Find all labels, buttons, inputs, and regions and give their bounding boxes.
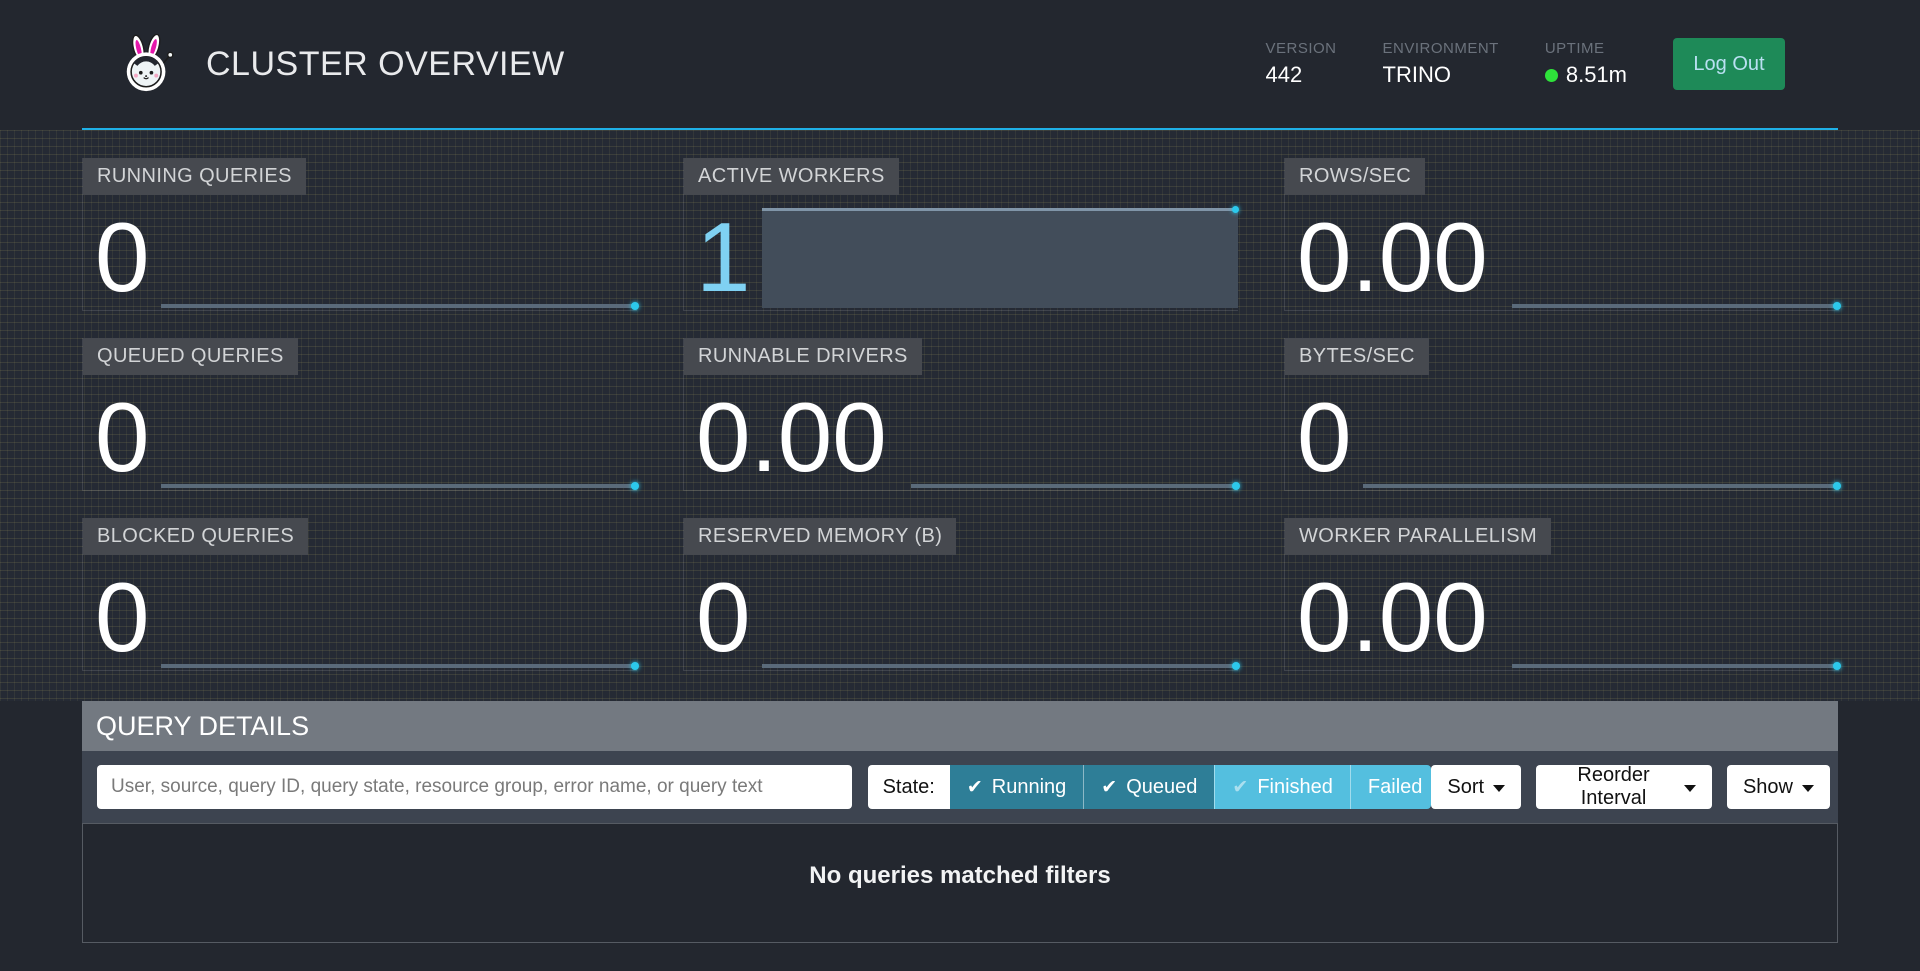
state-filter-failed-button[interactable]: Failed [1350,765,1431,809]
brand: CLUSTER OVERVIEW [120,34,565,94]
state-filter-button-label: Running [992,776,1067,799]
sparkline-endpoint-dot [1232,482,1240,490]
sort-button-label: Sort [1447,776,1484,799]
metric-label: ROWS/SEC [1285,158,1425,195]
state-filter-queued-button[interactable]: ✔ Queued [1083,765,1214,809]
metric-sparkline-chart [1363,484,1839,488]
sparkline-endpoint-dot [631,662,639,670]
metric-sparkline-chart [1512,304,1839,308]
metric-label: QUEUED QUERIES [83,338,298,375]
sparkline-endpoint-dot [1833,482,1841,490]
sparkline-endpoint-dot [1232,662,1240,670]
log-out-button[interactable]: Log Out [1673,38,1785,90]
state-filter-buttons: ✔ Running ✔ Queued ✔ Finished Failed [950,765,1432,809]
empty-state-message: No queries matched filters [83,862,1837,890]
state-filter-button-label: Queued [1126,776,1197,799]
metric-value: 0.00 [696,388,887,486]
state-filter-finished-button[interactable]: ✔ Finished [1214,765,1350,809]
environment-stat: ENVIRONMENT TRINO [1383,40,1499,88]
metric-sparkline-chart [762,664,1238,668]
version-stat: VERSION 442 [1265,40,1336,88]
state-filter-button-label: Finished [1257,776,1333,799]
state-filter-button-label: Failed [1368,776,1422,799]
sparkline-endpoint-dot [1232,206,1239,213]
state-filter-label: State: [868,765,950,809]
query-list-empty-state: No queries matched filters [82,823,1838,943]
metric-label: ACTIVE WORKERS [684,158,899,195]
metric-label: BLOCKED QUERIES [83,518,308,555]
uptime-stat: UPTIME 8.51m [1545,40,1627,88]
environment-label: ENVIRONMENT [1383,40,1499,57]
environment-value: TRINO [1383,62,1499,88]
query-search-input[interactable] [97,765,852,809]
check-icon: ✔ [1101,776,1117,799]
version-value: 442 [1265,62,1336,88]
uptime-value-wrap: 8.51m [1545,62,1627,88]
metric-value: 0 [696,568,751,666]
metric-value: 0.00 [1297,208,1488,306]
metric-label: RUNNING QUERIES [83,158,306,195]
metric-card: WORKER PARALLELISM 0.00 [1284,518,1839,671]
query-details-header: QUERY DETAILS [82,701,1838,751]
caret-down-icon [1684,785,1696,792]
metric-sparkline-chart [161,664,637,668]
state-filter-running-button[interactable]: ✔ Running [950,765,1083,809]
metric-label: BYTES/SEC [1285,338,1429,375]
metric-label: RUNNABLE DRIVERS [684,338,922,375]
reorder-interval-button-label: Reorder Interval [1552,764,1675,810]
metric-sparkline-chart [161,484,637,488]
uptime-label: UPTIME [1545,40,1627,57]
metric-card: QUEUED QUERIES 0 [82,338,637,491]
sparkline-endpoint-dot [1833,302,1841,310]
metric-card: RUNNABLE DRIVERS 0.00 [683,338,1238,491]
sort-dropdown-button[interactable]: Sort [1431,765,1521,809]
page-title: CLUSTER OVERVIEW [206,45,565,84]
cluster-stats-section: RUNNING QUERIES 0 ACTIVE WORKERS 1 ROWS/… [0,130,1920,701]
metric-card: BYTES/SEC 0 [1284,338,1839,491]
sparkline-endpoint-dot [1833,662,1841,670]
top-bar: CLUSTER OVERVIEW VERSION 442 ENVIRONMENT… [82,0,1838,130]
metric-card: RUNNING QUERIES 0 [82,158,637,311]
uptime-status-dot-icon [1545,69,1558,82]
toolbar-dropdowns: Sort Reorder Interval Show [1431,765,1830,809]
metric-value: 0 [95,388,150,486]
state-filter-group: State: ✔ Running ✔ Queued ✔ Finished Failed [868,765,1432,809]
metric-card: RESERVED MEMORY (B) 0 [683,518,1238,671]
query-details-title: QUERY DETAILS [96,711,309,742]
metric-value: 0 [95,568,150,666]
header-stats: VERSION 442 ENVIRONMENT TRINO UPTIME 8.5… [1265,38,1785,90]
show-dropdown-button[interactable]: Show [1727,765,1830,809]
metric-cards-grid: RUNNING QUERIES 0 ACTIVE WORKERS 1 ROWS/… [82,158,1838,671]
metric-card: BLOCKED QUERIES 0 [82,518,637,671]
uptime-value: 8.51m [1566,62,1627,88]
metric-value: 1 [696,208,751,306]
metric-value: 0.00 [1297,568,1488,666]
show-button-label: Show [1743,776,1793,799]
metric-label: WORKER PARALLELISM [1285,518,1551,555]
trino-bunny-logo-icon [120,34,178,94]
caret-down-icon [1493,785,1505,792]
sparkline-endpoint-dot [631,482,639,490]
metric-sparkline-chart [911,484,1238,488]
metric-label: RESERVED MEMORY (B) [684,518,956,555]
metric-sparkline-chart [1512,664,1839,668]
metric-sparkline-chart [161,304,637,308]
metric-card: ACTIVE WORKERS 1 [683,158,1238,311]
check-icon: ✔ [1232,776,1248,799]
check-icon: ✔ [967,776,983,799]
metric-card: ROWS/SEC 0.00 [1284,158,1839,311]
query-filter-toolbar: State: ✔ Running ✔ Queued ✔ Finished Failed So… [82,751,1838,823]
caret-down-icon [1802,785,1814,792]
sparkline-endpoint-dot [631,302,639,310]
reorder-interval-dropdown-button[interactable]: Reorder Interval [1536,765,1712,809]
metric-value: 0 [95,208,150,306]
version-label: VERSION [1265,40,1336,57]
metric-sparkline-chart [762,208,1238,308]
metric-value: 0 [1297,388,1352,486]
